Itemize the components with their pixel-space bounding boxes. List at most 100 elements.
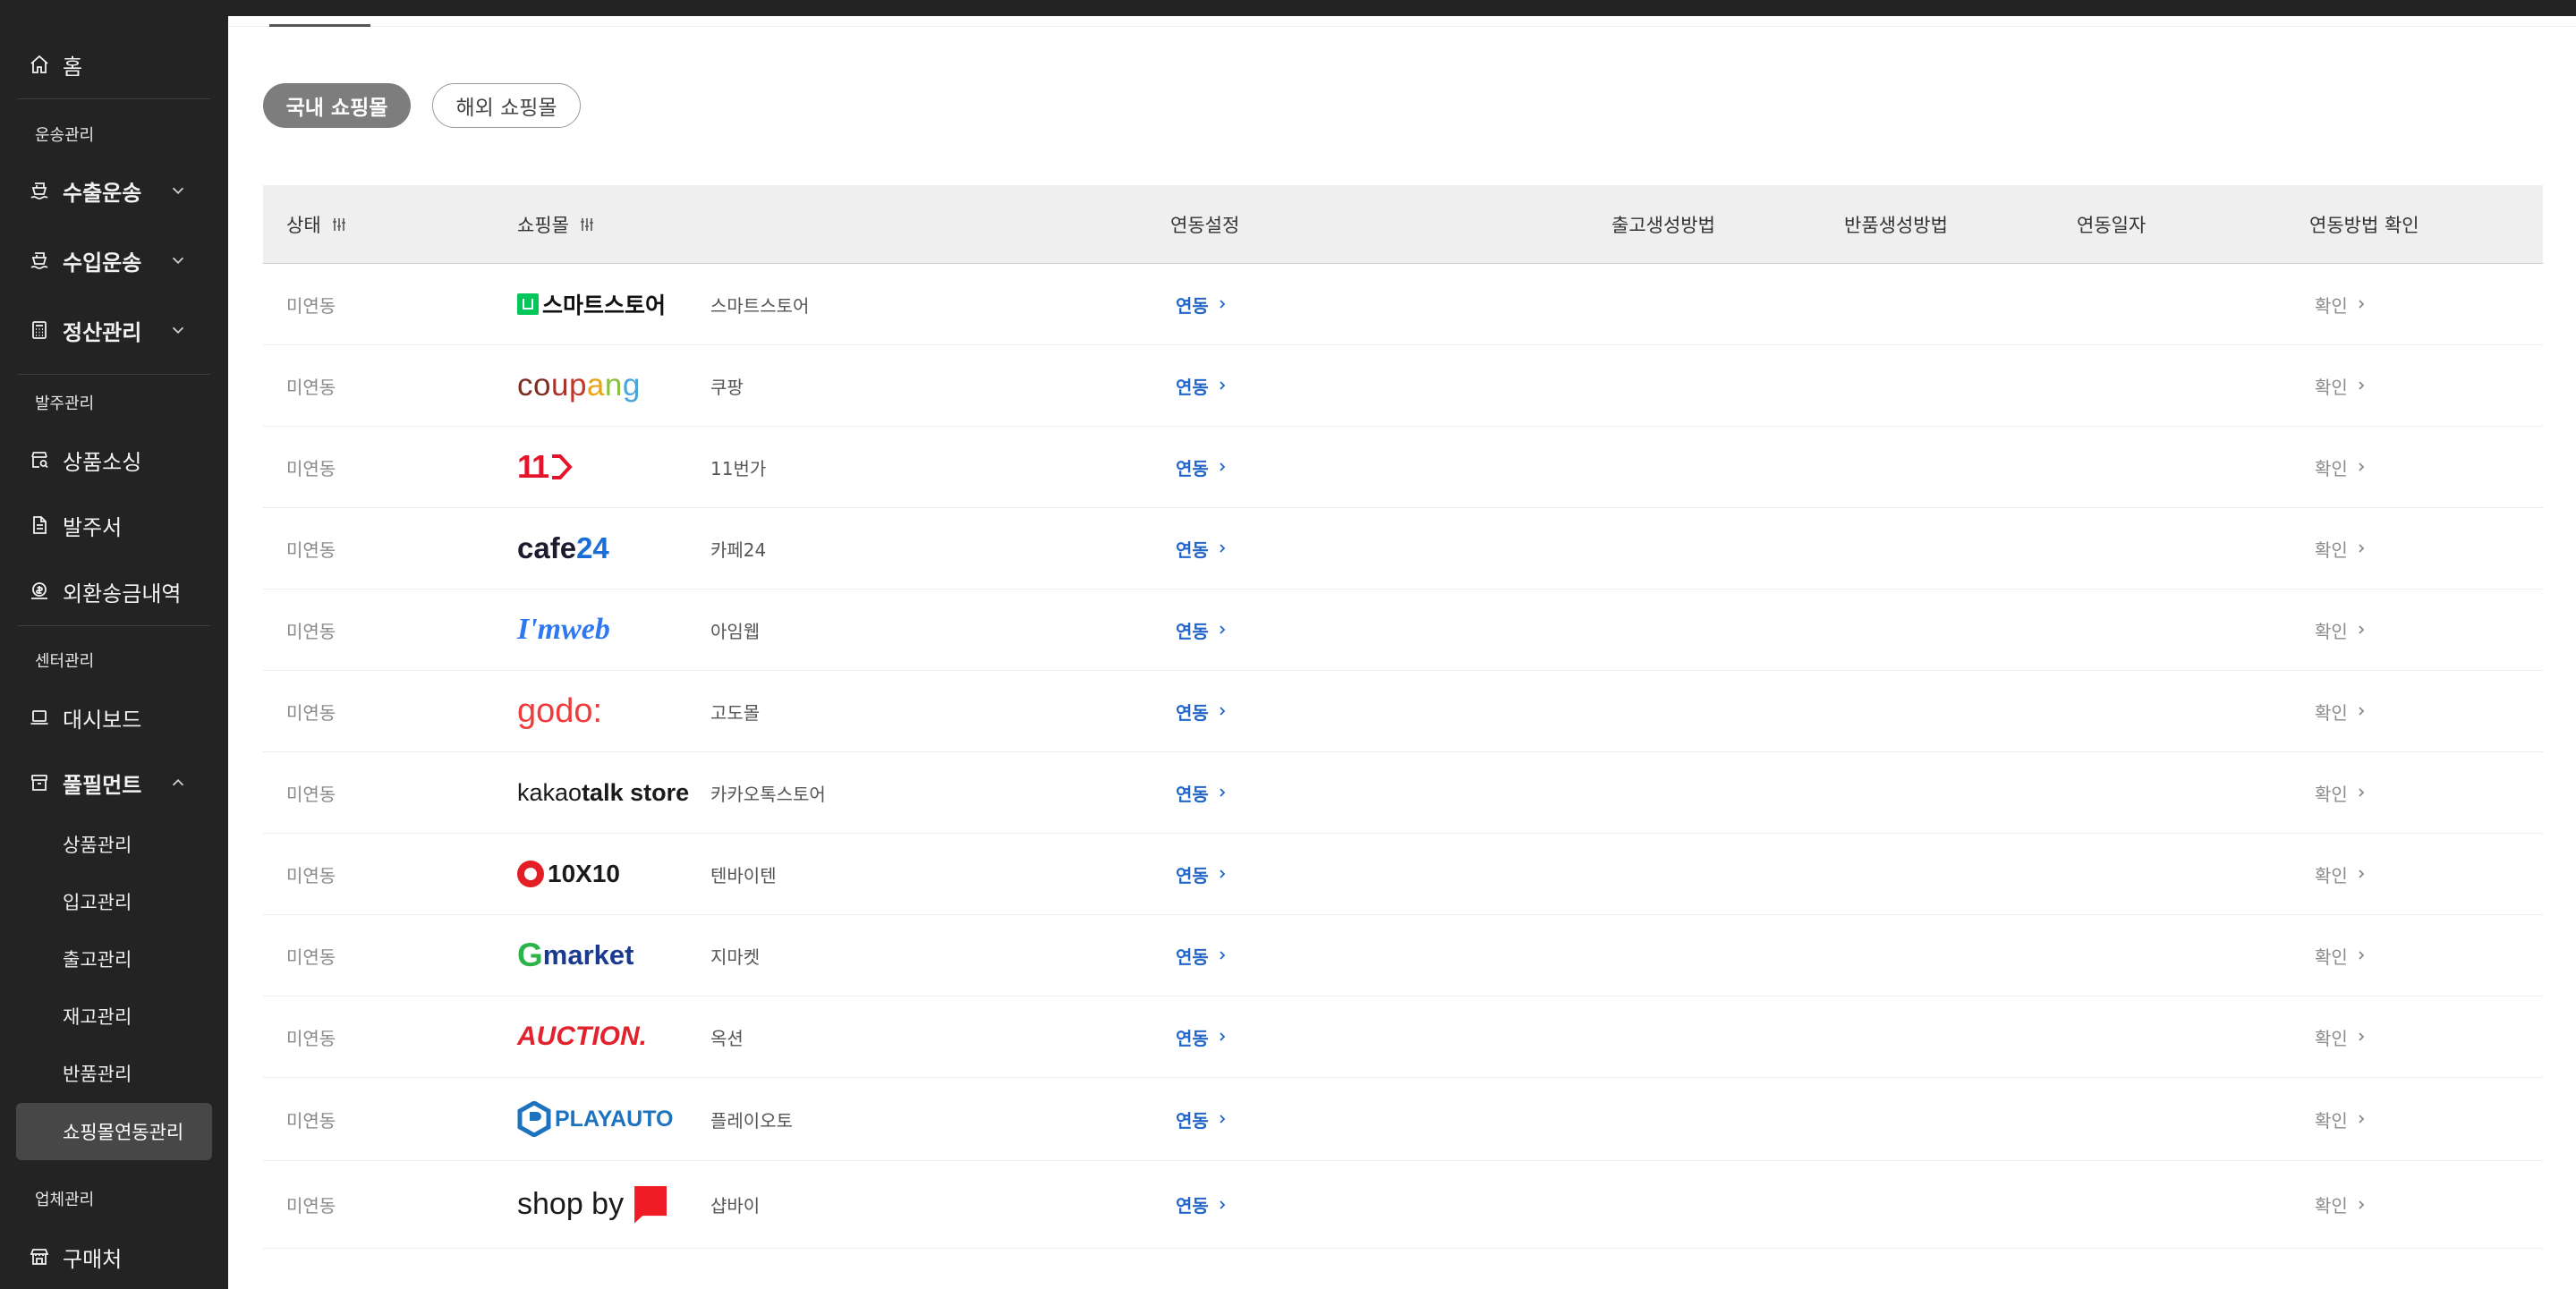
header-date: 연동일자 bbox=[2077, 215, 2147, 236]
confirm-method-link[interactable]: 확인 bbox=[2315, 1161, 2368, 1248]
document-icon bbox=[29, 514, 50, 536]
mall-logo: I'mweb bbox=[517, 589, 610, 670]
confirm-method-link[interactable]: 확인 bbox=[2315, 915, 2368, 996]
ship-icon bbox=[29, 180, 50, 201]
connect-link[interactable]: 연동 bbox=[1176, 915, 1228, 996]
overseas-mall-tab[interactable]: 해외 쇼핑몰 bbox=[432, 83, 581, 128]
ship-icon bbox=[29, 250, 50, 271]
connect-link[interactable]: 연동 bbox=[1176, 996, 1228, 1077]
mall-integration-table: 상태 쇼핑몰 연동설정 출고생성방법 반품생성방법 연동일자 연동방법 확인 미… bbox=[263, 185, 2543, 1249]
sidebar-subitem-label: 쇼핑몰연동관리 bbox=[63, 1122, 184, 1143]
mall-logo-image: shop by bbox=[517, 1185, 667, 1224]
mall-logo: AUCTION. bbox=[517, 996, 647, 1077]
confirm-link-label: 확인 bbox=[2315, 864, 2348, 886]
mall-logo-image: AUCTION. bbox=[517, 1022, 647, 1051]
chevron-right-icon bbox=[1209, 542, 1228, 555]
chevron-right-icon bbox=[1209, 379, 1228, 392]
sidebar-item-settlement[interactable]: 정산관리 bbox=[0, 312, 228, 348]
connect-link[interactable]: 연동 bbox=[1176, 1161, 1228, 1248]
sidebar-item-home[interactable]: 홈 bbox=[0, 47, 228, 82]
chevron-right-icon bbox=[1209, 949, 1228, 962]
sidebar-item-label: 상품소싱 bbox=[63, 449, 142, 475]
confirm-method-link[interactable]: 확인 bbox=[2315, 834, 2368, 914]
header-return: 반품생성방법 bbox=[1844, 215, 1948, 236]
sidebar-item-remittance[interactable]: 외환송금내역 bbox=[0, 573, 228, 609]
table-row: 미연동 스마트스토어 스마트스토어 연동 확인 bbox=[263, 264, 2543, 345]
sidebar-item-purchase-order[interactable]: 발주서 bbox=[0, 507, 228, 543]
connect-link-label: 연동 bbox=[1176, 946, 1209, 968]
confirm-method-link[interactable]: 확인 bbox=[2315, 752, 2368, 833]
sidebar-subitem-inbound[interactable]: 입고관리 bbox=[0, 884, 228, 920]
chevron-down-icon[interactable] bbox=[168, 181, 188, 200]
mall-logo-image: 10X10 bbox=[517, 856, 620, 892]
connect-link[interactable]: 연동 bbox=[1176, 1078, 1228, 1160]
mall-name-cell: 옥션 bbox=[710, 1027, 744, 1049]
sidebar-subitem-returns[interactable]: 반품관리 bbox=[0, 1056, 228, 1091]
sidebar-item-buyer[interactable]: 구매처 bbox=[0, 1239, 228, 1275]
connect-link[interactable]: 연동 bbox=[1176, 264, 1228, 344]
confirm-method-link[interactable]: 확인 bbox=[2315, 671, 2368, 751]
sidebar-item-sourcing[interactable]: 상품소싱 bbox=[0, 442, 228, 478]
mall-name-cell: 카카오톡스토어 bbox=[710, 783, 826, 805]
sort-icon[interactable] bbox=[578, 216, 596, 233]
connect-link[interactable]: 연동 bbox=[1176, 834, 1228, 914]
mall-logo-image: Gmarket bbox=[517, 937, 634, 973]
status-cell: 미연동 bbox=[286, 376, 336, 398]
connect-link[interactable]: 연동 bbox=[1176, 345, 1228, 426]
sidebar-subitem-label: 상품관리 bbox=[63, 835, 132, 856]
sidebar-subitem-product[interactable]: 상품관리 bbox=[0, 827, 228, 862]
table-row: 미연동 10X10 텐바이텐 연동 확인 bbox=[263, 834, 2543, 915]
sidebar-item-dashboard[interactable]: 대시보드 bbox=[0, 700, 228, 735]
chevron-right-icon bbox=[2348, 786, 2368, 799]
connect-link[interactable]: 연동 bbox=[1176, 589, 1228, 670]
sidebar-subitem-outbound[interactable]: 출고관리 bbox=[0, 941, 228, 977]
chevron-right-icon bbox=[1209, 1199, 1228, 1211]
connect-link-label: 연동 bbox=[1176, 620, 1209, 642]
shop-icon bbox=[29, 1246, 50, 1268]
confirm-link-label: 확인 bbox=[2315, 783, 2348, 805]
sidebar-item-label: 홈 bbox=[63, 54, 83, 80]
sidebar-subitem-label: 입고관리 bbox=[63, 892, 132, 913]
connect-link[interactable]: 연동 bbox=[1176, 671, 1228, 751]
sidebar-item-import[interactable]: 수입운송 bbox=[0, 242, 228, 278]
confirm-method-link[interactable]: 확인 bbox=[2315, 264, 2368, 344]
sidebar-subitem-label: 반품관리 bbox=[63, 1064, 132, 1085]
connect-link-label: 연동 bbox=[1176, 538, 1209, 561]
chevron-right-icon bbox=[1209, 623, 1228, 636]
chevron-right-icon bbox=[2348, 461, 2368, 473]
chevron-right-icon bbox=[1209, 1030, 1228, 1043]
active-tab-indicator bbox=[269, 24, 370, 27]
sort-icon[interactable] bbox=[330, 216, 348, 233]
sidebar-item-export[interactable]: 수출운송 bbox=[0, 173, 228, 208]
home-icon bbox=[29, 54, 50, 75]
sidebar-item-label: 수출운송 bbox=[63, 180, 142, 206]
chevron-down-icon[interactable] bbox=[168, 320, 188, 340]
table-row: 미연동 11 11번가 연동 확인 bbox=[263, 427, 2543, 508]
sidebar-item-fulfillment[interactable]: 풀필먼트 bbox=[0, 765, 228, 801]
confirm-method-link[interactable]: 확인 bbox=[2315, 427, 2368, 507]
mall-name-cell: 플레이오토 bbox=[710, 1109, 793, 1132]
confirm-link-label: 확인 bbox=[2315, 620, 2348, 642]
confirm-method-link[interactable]: 확인 bbox=[2315, 345, 2368, 426]
table-row: 미연동 Gmarket 지마켓 연동 확인 bbox=[263, 915, 2543, 996]
store-search-icon bbox=[29, 449, 50, 471]
confirm-method-link[interactable]: 확인 bbox=[2315, 508, 2368, 589]
mall-logo: 10X10 bbox=[517, 834, 620, 914]
domestic-mall-tab[interactable]: 국내 쇼핑몰 bbox=[263, 83, 411, 128]
confirm-method-link[interactable]: 확인 bbox=[2315, 589, 2368, 670]
confirm-method-link[interactable]: 확인 bbox=[2315, 1078, 2368, 1160]
confirm-method-link[interactable]: 확인 bbox=[2315, 996, 2368, 1077]
connect-link[interactable]: 연동 bbox=[1176, 508, 1228, 589]
mall-logo: 11 bbox=[517, 427, 573, 507]
connect-link[interactable]: 연동 bbox=[1176, 427, 1228, 507]
chevron-down-icon[interactable] bbox=[168, 250, 188, 270]
mall-name-cell: 아임웹 bbox=[710, 620, 761, 642]
sidebar-subitem-mall-integration[interactable]: 쇼핑몰연동관리 bbox=[16, 1103, 212, 1160]
status-cell: 미연동 bbox=[286, 864, 336, 886]
mall-name-cell: 쿠팡 bbox=[710, 376, 744, 398]
connect-link[interactable]: 연동 bbox=[1176, 752, 1228, 833]
sidebar-item-label: 풀필먼트 bbox=[63, 772, 142, 798]
confirm-link-label: 확인 bbox=[2315, 376, 2348, 398]
sidebar-subitem-inventory[interactable]: 재고관리 bbox=[0, 998, 228, 1034]
chevron-up-icon[interactable] bbox=[168, 773, 188, 793]
